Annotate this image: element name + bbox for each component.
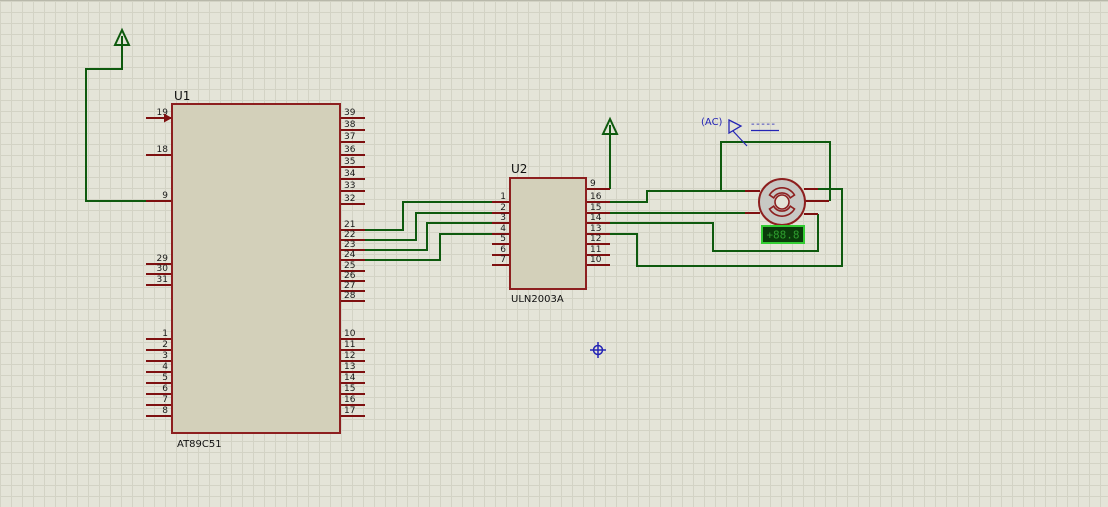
pin-number: 5 (162, 373, 168, 383)
pin-number: 12 (590, 234, 601, 244)
pin-number: 4 (162, 362, 168, 372)
u1-part-value: AT89C51 (177, 439, 222, 450)
pin-number: 26 (344, 271, 356, 281)
pin-number: 25 (344, 261, 355, 271)
wire-p23-to-4b[interactable] (365, 234, 492, 260)
pin-number: 28 (344, 291, 356, 301)
pin-number: 35 (344, 157, 355, 167)
pin-number: 23 (344, 240, 355, 250)
pin-number: 21 (344, 220, 355, 230)
u1-xtal1-clock-arrow-icon (164, 114, 172, 123)
pin-number: 27 (344, 281, 355, 291)
pin-number: 1 (500, 192, 506, 202)
pin-number: 12 (344, 351, 355, 361)
pin-number: 38 (344, 120, 356, 130)
u1-reference: U1 (174, 89, 190, 103)
wire-p22-to-3b[interactable] (365, 223, 492, 250)
wire-p20-to-1b[interactable] (365, 202, 492, 230)
pin-number: 18 (157, 145, 169, 155)
u1-component[interactable]: U1 AT89C51 (164, 89, 340, 450)
pin-number: 11 (344, 340, 355, 350)
annotation-value-placeholder[interactable]: ----- (751, 119, 777, 130)
pin-number: 5 (500, 234, 506, 244)
annotation-callout-arrow-icon (729, 120, 741, 133)
pin-number: 6 (500, 245, 506, 255)
pin-number: 37 (344, 132, 355, 142)
motor-rpm-value: +88.8 (766, 229, 799, 242)
pin-number: 15 (590, 203, 601, 213)
pin-number: 17 (344, 406, 355, 416)
wire-1c-to-motor[interactable] (610, 191, 745, 202)
pin-number: 7 (162, 395, 168, 405)
pin-number: 13 (344, 362, 355, 372)
origin-marker-icon (590, 342, 606, 358)
pin-number: 1 (162, 329, 168, 339)
pin-number: 16 (344, 395, 356, 405)
pin-number: 34 (344, 169, 356, 179)
pin-number: 2 (162, 340, 168, 350)
pin-number: 14 (344, 373, 356, 383)
pin-number: 13 (590, 224, 601, 234)
u2-component[interactable]: U2 ULN2003A (510, 162, 586, 305)
pin-number: 10 (344, 329, 356, 339)
pin-number: 24 (344, 250, 356, 260)
pin-number: 8 (162, 406, 168, 416)
annotation-leader-line (733, 131, 747, 146)
u1-chip-body[interactable] (172, 104, 340, 433)
pin-number: 39 (344, 108, 356, 118)
pin-number: 31 (157, 275, 168, 285)
pin-number: 32 (344, 194, 355, 204)
u2-part-value: ULN2003A (511, 294, 564, 305)
wire-rst-to-power[interactable] (86, 45, 146, 201)
u2-chip-body[interactable] (510, 178, 586, 289)
stepper-motor[interactable]: +88.8 (745, 179, 829, 243)
pin-number: 29 (157, 254, 169, 264)
pin-number: 14 (590, 213, 602, 223)
pin-number: 36 (344, 145, 356, 155)
pin-number: 7 (500, 255, 506, 265)
wire-p21-to-2b[interactable] (365, 213, 492, 240)
pin-number: 9 (162, 191, 168, 201)
pin-number: 33 (344, 181, 355, 191)
u2-reference: U2 (511, 162, 527, 176)
pin-number: 30 (157, 264, 169, 274)
motor-shaft-hub (775, 195, 789, 209)
pin-number: 22 (344, 230, 355, 240)
pin-number: 3 (162, 351, 168, 361)
annotation-ac-label[interactable]: (AC) (701, 117, 723, 128)
pin-number: 11 (590, 245, 601, 255)
pin-number: 15 (344, 384, 355, 394)
pin-number: 3 (500, 213, 506, 223)
pin-number: 10 (590, 255, 602, 265)
pin-number: 4 (500, 224, 506, 234)
schematic-canvas[interactable]: 19XTAL118XTAL29RST29PSEN30ALE31EA1P1.02P… (0, 0, 1108, 507)
pin-number: 6 (162, 384, 168, 394)
pin-number: 16 (590, 192, 602, 202)
pin-number: 9 (590, 179, 596, 189)
pin-number: 2 (500, 203, 506, 213)
schematic-art-layer: 19XTAL118XTAL29RST29PSEN30ALE31EA1P1.02P… (0, 1, 1108, 507)
